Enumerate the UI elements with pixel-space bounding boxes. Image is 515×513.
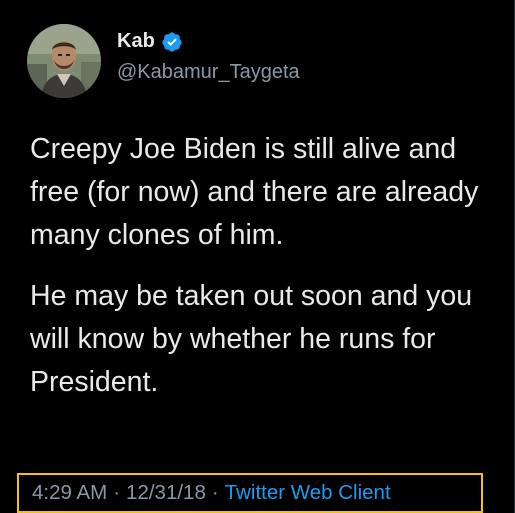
author-handle[interactable]: @Kabamur_Taygeta: [117, 61, 300, 84]
tweet-date[interactable]: 12/31/18: [126, 481, 206, 505]
tweet-card: Kab @Kabamur_Taygeta Creepy Joe Biden is…: [0, 0, 515, 513]
meta-separator: ·: [113, 481, 121, 504]
author-display-name[interactable]: Kab: [117, 30, 155, 53]
author-name-row[interactable]: Kab: [117, 30, 183, 53]
verified-badge-icon: [162, 31, 182, 52]
tweet-text: Creepy Joe Biden is still alive and free…: [30, 128, 500, 422]
avatar-photo-icon: [27, 24, 101, 98]
tweet-paragraph-2: He may be taken out soon and you will kn…: [30, 280, 473, 398]
tweet-paragraph-1: Creepy Joe Biden is still alive and free…: [30, 133, 479, 251]
tweet-time[interactable]: 4:29 AM: [32, 481, 107, 505]
tweet-client-link[interactable]: Twitter Web Client: [225, 481, 391, 505]
avatar[interactable]: [27, 24, 101, 98]
meta-separator-2: ·: [211, 481, 219, 504]
tweet-metadata-highlight: 4:29 AM · 12/31/18 · Twitter Web Client: [17, 473, 483, 513]
